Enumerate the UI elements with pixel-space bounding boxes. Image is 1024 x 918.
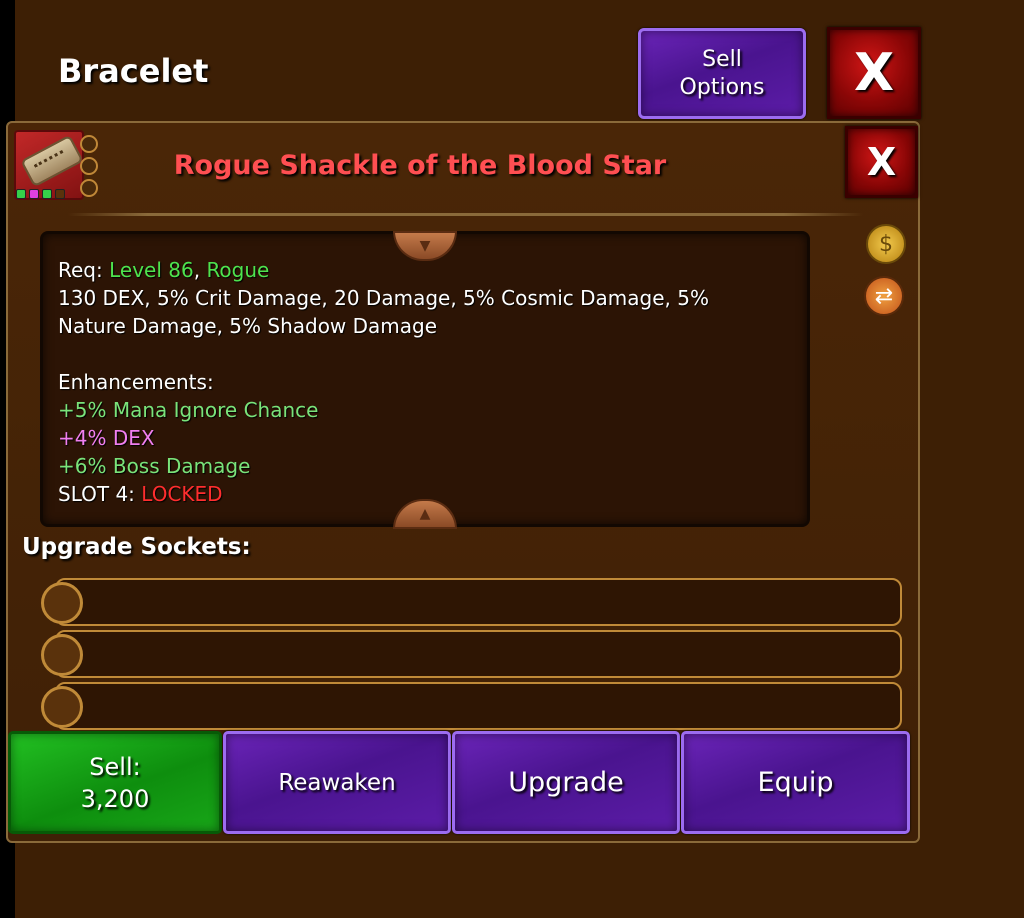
enhancement-3: +6% Boss Damage xyxy=(58,454,251,478)
req-level: Level 86 xyxy=(109,258,194,282)
upgrade-socket-row[interactable] xyxy=(55,578,902,626)
gem-indicator xyxy=(16,189,26,199)
gem-slot-ring xyxy=(80,179,98,197)
item-stats-text: Req: Level 86, Rogue 130 DEX, 5% Crit Da… xyxy=(58,256,798,508)
sell-options-label-line2: Options xyxy=(679,74,765,100)
req-label: Req: xyxy=(58,258,103,282)
triangle-up-icon: ▲ xyxy=(419,506,431,522)
upgrade-button[interactable]: Upgrade xyxy=(452,731,680,834)
stat-line-1: 130 DEX, 5% Crit Damage, 20 Damage, 5% C… xyxy=(58,286,709,310)
close-icon: X xyxy=(853,43,895,103)
slot-4-line: SLOT 4: LOCKED xyxy=(58,480,798,508)
sell-label: Sell: xyxy=(89,752,141,781)
gem-indicator xyxy=(55,189,65,199)
close-item-button[interactable]: X xyxy=(845,126,918,198)
upgrade-socket-row[interactable] xyxy=(55,682,902,730)
sell-options-button[interactable]: Sell Options xyxy=(638,28,806,119)
upgrade-sockets-label: Upgrade Sockets: xyxy=(22,534,251,560)
enhancement-1: +5% Mana Ignore Chance xyxy=(58,398,319,422)
socket-circle-icon xyxy=(41,582,83,624)
gem-slot-ring xyxy=(80,157,98,175)
gem-slot-ring xyxy=(80,135,98,153)
slot-4-label: SLOT 4: xyxy=(58,482,135,506)
triangle-down-icon: ▼ xyxy=(419,238,431,254)
swap-icon[interactable]: ⇄ xyxy=(864,276,904,316)
stat-line-2: Nature Damage, 5% Shadow Damage xyxy=(58,314,438,338)
gem-indicator xyxy=(29,189,39,199)
req-separator: , xyxy=(193,258,201,282)
bracelet-icon xyxy=(20,134,84,188)
req-class: Rogue xyxy=(206,258,270,282)
socket-circle-icon xyxy=(41,634,83,676)
reawaken-button[interactable]: Reawaken xyxy=(223,731,451,834)
sell-options-label-line1: Sell xyxy=(702,46,742,72)
category-title: Bracelet xyxy=(58,52,209,90)
sell-button[interactable]: Sell: 3,200 xyxy=(8,731,222,834)
divider xyxy=(68,213,863,216)
money-bag-icon[interactable]: $ xyxy=(866,224,906,264)
slot-4-status: LOCKED xyxy=(141,482,223,506)
close-icon: X xyxy=(866,140,897,184)
gem-indicator xyxy=(42,189,52,199)
item-name: Rogue Shackle of the Blood Star xyxy=(173,150,667,181)
socket-circle-icon xyxy=(41,686,83,728)
enhancement-2: +4% DEX xyxy=(58,426,155,450)
sell-price: 3,200 xyxy=(80,784,150,813)
requirement-line: Req: Level 86, Rogue xyxy=(58,256,798,284)
equip-button[interactable]: Equip xyxy=(681,731,910,834)
gem-indicator-row xyxy=(16,189,65,199)
upgrade-socket-row[interactable] xyxy=(55,630,902,678)
close-panel-button[interactable]: X xyxy=(827,27,921,119)
enhancements-label: Enhancements: xyxy=(58,370,214,394)
